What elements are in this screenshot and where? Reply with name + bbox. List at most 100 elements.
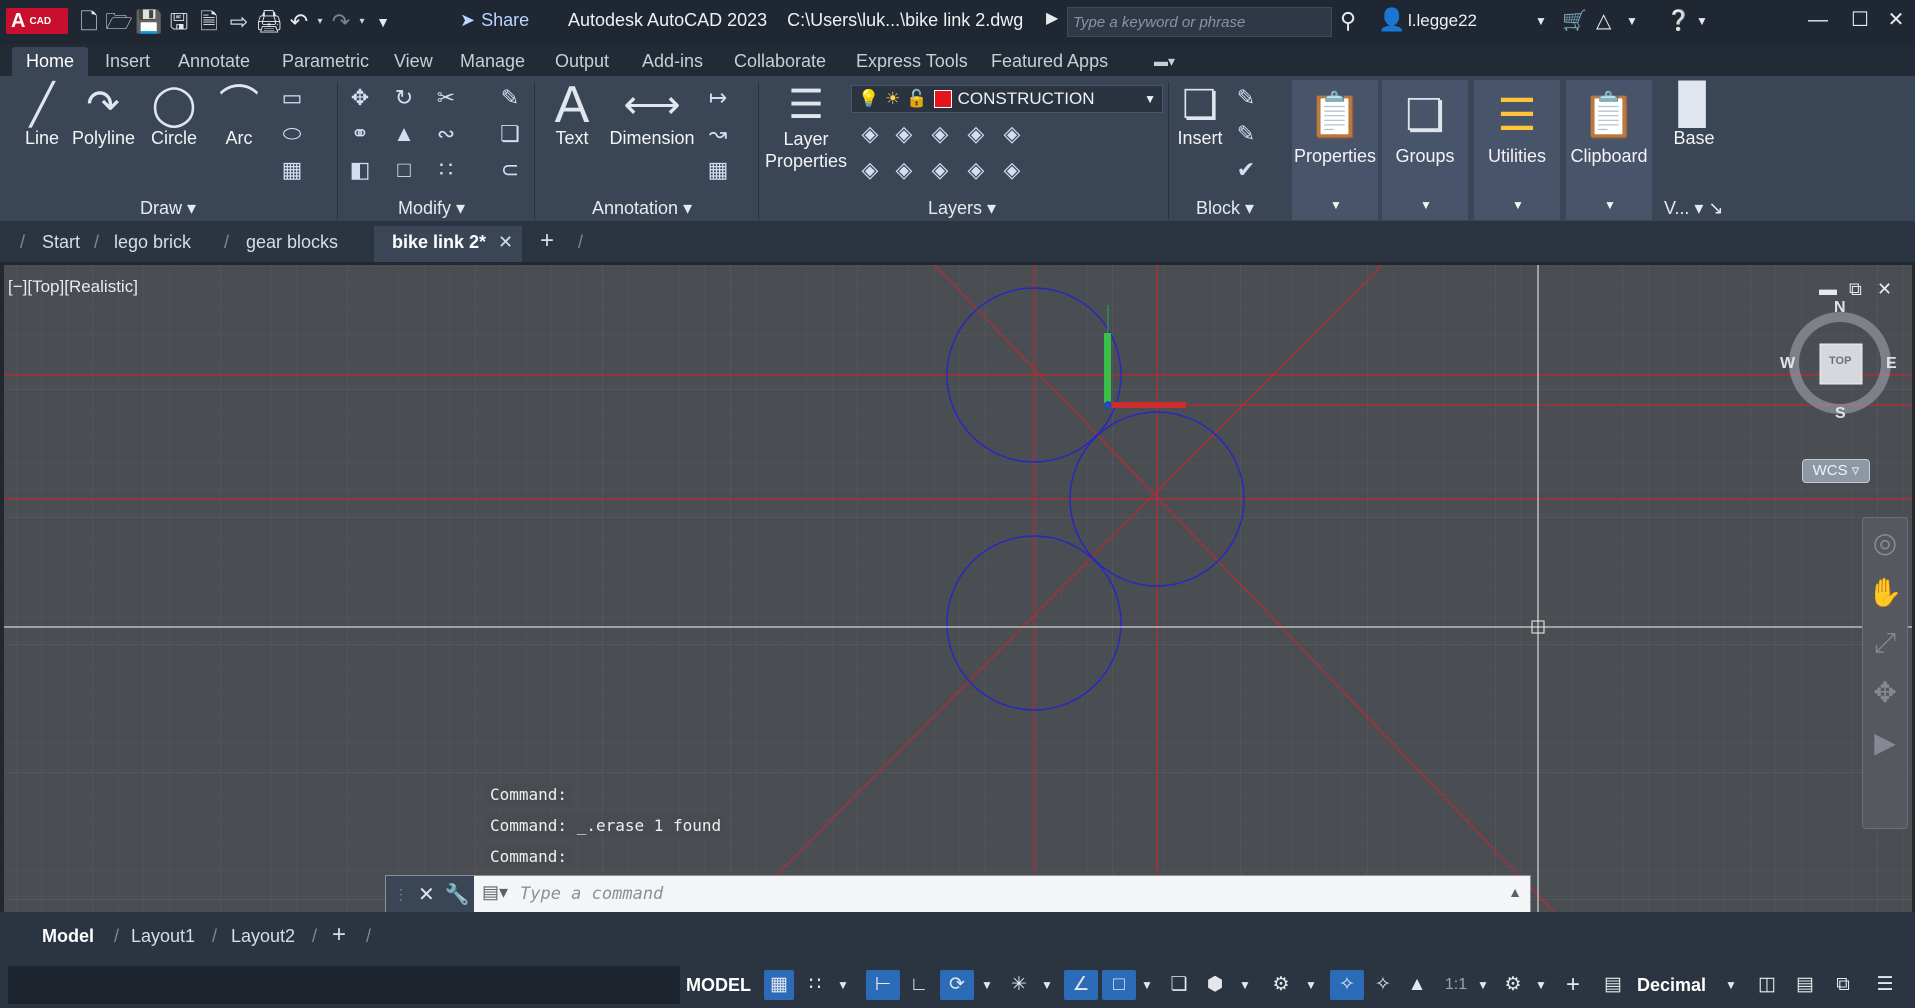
tab-manage[interactable]: Manage xyxy=(456,47,529,76)
layer-freeze-icon[interactable]: ◈ xyxy=(926,120,954,148)
plot-icon[interactable]: 🖨 xyxy=(254,8,284,36)
text-button[interactable]: A Text xyxy=(546,79,598,149)
workspace-gear-icon[interactable]: ⚙ xyxy=(1496,970,1530,1000)
annotation-scale-icon[interactable]: ▲ xyxy=(1402,970,1432,1000)
graphics-performance-icon[interactable]: ▤ xyxy=(1788,970,1822,1000)
properties-panel[interactable]: 📋 Properties ▼ xyxy=(1292,80,1378,220)
close-command-line-icon[interactable]: ✕ xyxy=(418,882,435,907)
wcs-menu[interactable]: WCS ▿ xyxy=(1802,459,1870,483)
annotation-monitor-plus-icon[interactable]: + xyxy=(1556,970,1590,1000)
help-dropdown-icon[interactable]: ▼ xyxy=(1696,14,1708,28)
panel-layers[interactable]: Layers ▾ xyxy=(928,198,996,220)
customize-wrench-icon[interactable]: 🔧 xyxy=(445,882,470,907)
rotate-icon[interactable]: ↻ xyxy=(390,84,418,112)
isodraft-icon[interactable]: ✳ xyxy=(1004,970,1034,1000)
pan-hand-icon[interactable]: ✋ xyxy=(1863,568,1907,618)
create-block-icon[interactable]: ✎ xyxy=(1232,84,1260,112)
stretch-icon[interactable]: ◧ xyxy=(346,156,374,184)
edit-block-icon[interactable]: ✎ xyxy=(1232,120,1260,148)
polyline-button[interactable]: ↷ Polyline xyxy=(72,82,135,149)
array-icon[interactable]: ∷ xyxy=(432,156,460,184)
open-icon[interactable]: 🗁 xyxy=(104,8,134,36)
new-tab-plus-icon[interactable]: + xyxy=(540,227,554,255)
customize-qat-icon[interactable]: ▼ xyxy=(368,8,398,36)
dimension-button[interactable]: ⟷ Dimension xyxy=(606,82,698,149)
explode-icon[interactable]: ❏ xyxy=(496,120,524,148)
layer-walk-icon[interactable]: ◈ xyxy=(998,156,1026,184)
fillet-icon[interactable]: ∾ xyxy=(432,120,460,148)
tab-add-ins[interactable]: Add-ins xyxy=(638,47,707,76)
layer-properties-button[interactable]: ☰ Layer Properties xyxy=(762,82,850,172)
quick-properties-icon[interactable]: ◫ xyxy=(1750,970,1784,1000)
polar-tracking-icon[interactable]: ⟳ xyxy=(940,970,974,1000)
linear-dimension-icon[interactable]: ↦ xyxy=(704,84,732,112)
tab-parametric[interactable]: Parametric xyxy=(278,47,373,76)
units-value[interactable]: Decimal xyxy=(1637,970,1706,1000)
auto-scale-icon[interactable]: ✧ xyxy=(1368,970,1398,1000)
undo-icon[interactable]: ↶ xyxy=(284,8,314,36)
infer-constraints-icon[interactable]: ⊢ xyxy=(866,970,900,1000)
ortho-icon[interactable]: ∟ xyxy=(904,970,934,1000)
grid-toggle-icon[interactable]: ▦ xyxy=(764,970,794,1000)
move-icon[interactable]: ✥ xyxy=(346,84,374,112)
layer-unlock-icon[interactable]: ◈ xyxy=(962,156,990,184)
tab-home[interactable]: Home xyxy=(12,47,89,76)
layer-isolate-icon[interactable]: ◈ xyxy=(890,120,918,148)
object-snap-icon[interactable]: □ xyxy=(1102,970,1136,1000)
layer-match-icon[interactable]: ◈ xyxy=(998,120,1026,148)
autodesk-a360-icon[interactable]: △ xyxy=(1596,8,1611,33)
chevron-down-icon[interactable]: ▼ xyxy=(1535,14,1547,28)
tab-view[interactable]: View xyxy=(390,47,437,76)
save-icon[interactable]: 💾 xyxy=(134,8,164,36)
layout-tab-layout1[interactable]: Layout1 xyxy=(131,926,195,947)
compass-north[interactable]: N xyxy=(1834,299,1846,317)
file-tab-lego-brick[interactable]: lego brick xyxy=(114,232,191,253)
panel-modify[interactable]: Modify ▾ xyxy=(398,198,465,220)
user-name[interactable]: l.legge22 xyxy=(1408,11,1477,31)
hatch-icon[interactable]: ▦ xyxy=(278,156,306,184)
panel-draw[interactable]: Draw ▾ xyxy=(140,198,196,220)
polar-dropdown-icon[interactable]: ▼ xyxy=(978,970,996,1000)
panel-view[interactable]: V... ▾ ↘ xyxy=(1664,198,1723,220)
layout-tab-model[interactable]: Model xyxy=(42,926,94,947)
rectangle-icon[interactable]: ▭ xyxy=(278,84,306,112)
osnap-dropdown-icon[interactable]: ▼ xyxy=(1138,970,1156,1000)
layout-tab-layout2[interactable]: Layout2 xyxy=(231,926,295,947)
file-tab-bike-link-2[interactable]: bike link 2* xyxy=(392,232,486,253)
steering-wheel-icon[interactable]: ◎ xyxy=(1863,518,1907,568)
isodraft-dropdown-icon[interactable]: ▼ xyxy=(1038,970,1056,1000)
workspace-dropdown-icon[interactable]: ▼ xyxy=(1532,970,1550,1000)
groups-panel[interactable]: ❏ Groups ▼ xyxy=(1382,80,1468,220)
customization-menu-icon[interactable]: ☰ xyxy=(1868,970,1902,1000)
ribbon-minimize-icon[interactable]: ▬▾ xyxy=(1150,47,1179,76)
help-icon[interactable]: ❔ xyxy=(1666,8,1691,33)
leader-icon[interactable]: ↝ xyxy=(704,120,732,148)
panel-block[interactable]: Block ▾ xyxy=(1196,198,1254,220)
viewport-close-icon[interactable]: ✕ xyxy=(1877,279,1892,300)
tab-collaborate[interactable]: Collaborate xyxy=(730,47,830,76)
units-dropdown-icon[interactable]: ▼ xyxy=(1722,970,1740,1000)
block-attributes-icon[interactable]: ✔ xyxy=(1232,156,1260,184)
tab-insert[interactable]: Insert xyxy=(101,47,154,76)
a360-dropdown-icon[interactable]: ▼ xyxy=(1626,14,1638,28)
selection-dropdown-icon[interactable]: ▼ xyxy=(1236,970,1254,1000)
viewcube-top-face[interactable]: TOP xyxy=(1829,355,1851,367)
panel-annotation[interactable]: Annotation ▾ xyxy=(592,198,692,220)
object-snap-tracking-icon[interactable]: ∠ xyxy=(1064,970,1098,1000)
search-input[interactable]: Type a keyword or phrase xyxy=(1067,7,1332,37)
command-history-expand-icon[interactable]: ▲ xyxy=(1508,884,1522,900)
showmotion-icon[interactable]: ▶ xyxy=(1863,718,1907,768)
ellipse-icon[interactable]: ⬭ xyxy=(278,120,306,148)
viewcube[interactable]: N S E W TOP xyxy=(1780,299,1897,422)
user-icon[interactable]: 👤 xyxy=(1378,7,1405,33)
viewport-minimize-icon[interactable]: ▬ xyxy=(1819,279,1837,300)
minimize-button[interactable]: — xyxy=(1798,5,1838,35)
erase-icon[interactable]: ✎ xyxy=(496,84,524,112)
compass-east[interactable]: E xyxy=(1886,355,1897,373)
selection-cycling-icon[interactable]: ⬢ xyxy=(1200,970,1230,1000)
new-layout-plus-icon[interactable]: + xyxy=(332,921,346,949)
undo-dropdown-icon[interactable]: ▾ xyxy=(314,8,326,36)
offset-icon[interactable]: ⊂ xyxy=(496,156,524,184)
circle-button[interactable]: ◯ Circle xyxy=(146,82,202,149)
clean-screen-icon[interactable]: ⧉ xyxy=(1826,970,1860,1000)
